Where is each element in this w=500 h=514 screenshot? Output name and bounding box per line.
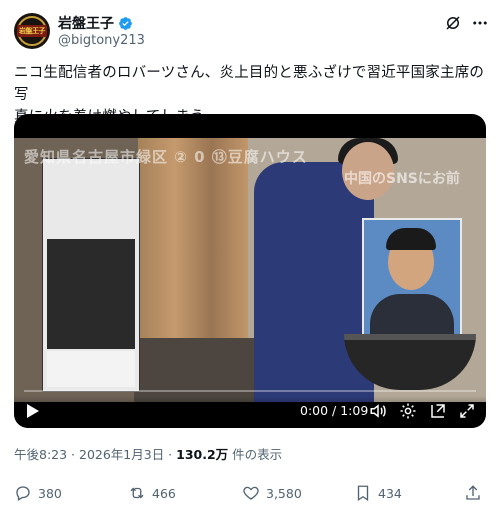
reply-count: 380: [38, 485, 62, 501]
avatar[interactable]: 岩盤王子: [14, 13, 50, 49]
views-count: 130.2万: [176, 447, 229, 462]
video-player[interactable]: 愛知県名古屋市緑区 ② 0 ⑬豆腐ハウス 中国のSNSにお前 0:00 / 1:…: [14, 114, 486, 428]
tweet-timestamp[interactable]: 午後8:23 · 2026年1月3日 ·: [14, 447, 176, 462]
repost-icon: [130, 487, 144, 499]
bookmark-count: 434: [378, 485, 402, 501]
phone-screen: [47, 239, 135, 349]
more-options-icon[interactable]: [470, 14, 490, 32]
video-progress-bar[interactable]: [24, 390, 476, 392]
play-icon[interactable]: [26, 403, 40, 419]
reply-button[interactable]: 380: [14, 484, 62, 502]
avatar-logo-text: 岩盤王子: [17, 25, 47, 37]
share-button[interactable]: [464, 484, 482, 502]
views-label: 件の表示: [228, 447, 283, 462]
picture-in-picture-icon[interactable]: [429, 402, 447, 420]
grok-icon[interactable]: [444, 14, 462, 32]
phone-overlay: [42, 158, 140, 392]
sofa: [134, 338, 254, 402]
settings-gear-icon[interactable]: [399, 402, 417, 420]
phone-bottom: [47, 351, 135, 387]
fullscreen-icon[interactable]: [458, 402, 476, 420]
video-overlay-caption: 愛知県名古屋市緑区 ② 0 ⑬豆腐ハウス: [24, 148, 308, 166]
author-handle[interactable]: @bigtony213: [58, 33, 145, 48]
repost-button[interactable]: 466: [128, 484, 176, 502]
like-count: 3,580: [266, 485, 302, 501]
portrait-hair: [386, 228, 436, 250]
reply-icon: [16, 486, 30, 501]
tweet-text-line-1: ニコ生配信者のロバーツさん、炎上目的と悪ふざけで習近平国家主席の写: [14, 65, 485, 103]
author-name-row[interactable]: 岩盤王子: [58, 13, 133, 33]
video-time: 0:00 / 1:09: [300, 403, 369, 418]
like-button[interactable]: 3,580: [242, 484, 302, 502]
volume-icon[interactable]: [369, 402, 387, 420]
author-display-name[interactable]: 岩盤王子: [58, 13, 114, 33]
share-icon: [466, 485, 480, 500]
bookmark-icon: [357, 485, 369, 502]
tweet-actions: 380 466 3,580 434: [0, 484, 500, 506]
portrait-photo: [362, 218, 462, 346]
video-overlay-subcaption: 中国のSNSにお前: [344, 171, 460, 187]
heart-icon: [243, 486, 259, 500]
bookmark-button[interactable]: 434: [354, 484, 402, 502]
verified-badge-icon: [119, 16, 132, 30]
repost-count: 466: [152, 485, 176, 501]
tweet-meta: 午後8:23 · 2026年1月3日 · 130.2万 件の表示: [14, 444, 282, 463]
